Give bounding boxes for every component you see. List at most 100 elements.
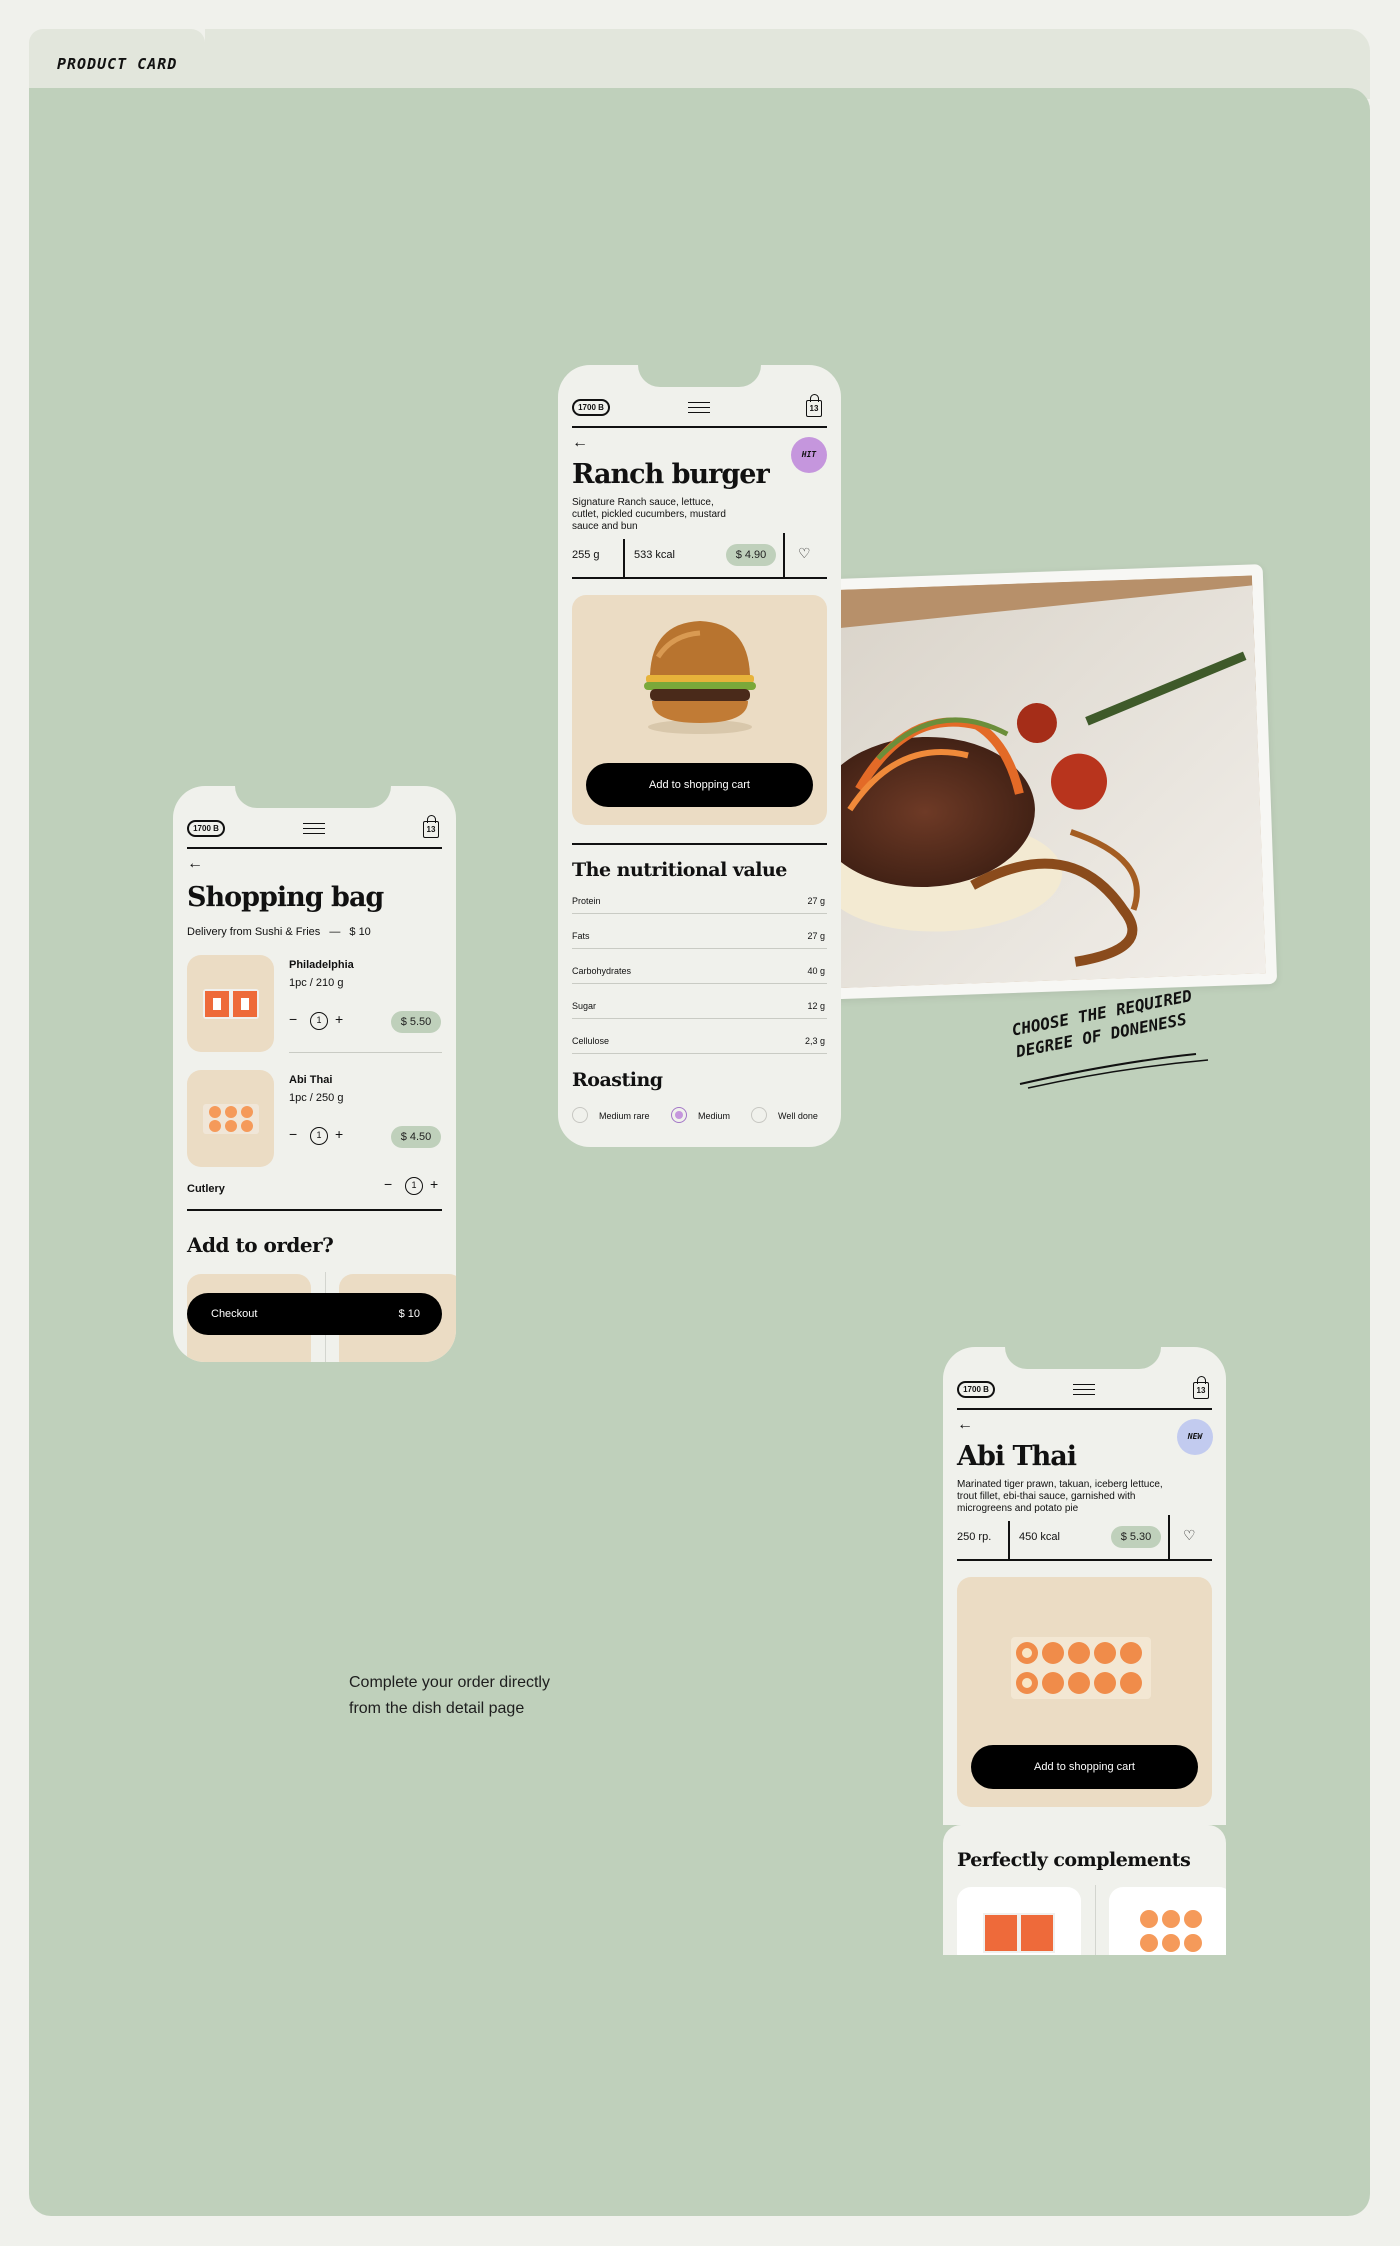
- nutrition-name: Sugar: [572, 1001, 597, 1011]
- info-bottom-divider: [957, 1559, 1212, 1561]
- phone-notch: [638, 365, 761, 387]
- menu-icon[interactable]: [688, 402, 710, 413]
- back-arrow-icon[interactable]: ←: [572, 435, 588, 451]
- add-to-cart-button[interactable]: Add to shopping cart: [586, 763, 813, 807]
- nutrition-value: 40 g: [807, 966, 825, 976]
- item-name: Philadelphia: [289, 959, 354, 971]
- add-to-order-title: Add to order?: [187, 1233, 334, 1257]
- cart-icon[interactable]: 13: [1193, 1376, 1209, 1399]
- decrease-button[interactable]: −: [289, 1126, 297, 1142]
- cutlery-divider: [187, 1209, 442, 1211]
- page-title: Shopping bag: [187, 882, 384, 913]
- nutrition-divider: [572, 843, 827, 845]
- nutrition-value: 27 g: [807, 896, 825, 906]
- product-kcal: 533 kcal: [634, 549, 675, 561]
- nutrition-value: 2,3 g: [804, 1036, 825, 1046]
- sushi-image: [1011, 1637, 1151, 1699]
- nutrition-name: Protein: [572, 896, 601, 906]
- increase-button[interactable]: +: [335, 1011, 343, 1027]
- steak-photo-card: [800, 564, 1278, 1000]
- nutrition-name: Fats: [572, 931, 590, 941]
- menu-icon[interactable]: [1073, 1384, 1095, 1395]
- product-weight: 255 g: [572, 549, 600, 561]
- radio-button[interactable]: [751, 1107, 767, 1123]
- decrease-button[interactable]: −: [289, 1011, 297, 1027]
- cutlery-label: Cutlery: [187, 1183, 225, 1195]
- complement-card[interactable]: [1109, 1887, 1226, 1955]
- delivery-info: Delivery from Sushi & Fries — $ 10: [187, 926, 371, 938]
- product-title: Ranch burger: [572, 459, 770, 490]
- caption-text: Complete your order directly from the di…: [349, 1674, 550, 1717]
- back-arrow-icon[interactable]: ←: [957, 1417, 973, 1433]
- hit-badge: HIT: [791, 437, 827, 473]
- checkout-total: $ 10: [398, 1308, 420, 1320]
- header-divider: [572, 426, 827, 428]
- cart-icon[interactable]: 13: [423, 815, 439, 838]
- product-title: Abi Thai: [957, 1441, 1077, 1472]
- new-badge: NEW: [1177, 1419, 1213, 1455]
- header-divider: [187, 847, 442, 849]
- product-price: $ 4.90: [726, 544, 776, 566]
- cutlery-decrease-button[interactable]: −: [384, 1176, 392, 1192]
- info-divider: [1008, 1521, 1010, 1559]
- abi-phone-crop: [940, 1955, 1230, 1995]
- sushi-photo-box: Add to shopping cart: [957, 1577, 1212, 1807]
- favorite-heart-icon[interactable]: ♡: [1183, 1527, 1196, 1544]
- info-bottom-divider: [572, 577, 827, 579]
- nutrition-value: 12 g: [807, 1001, 825, 1011]
- add-to-cart-button[interactable]: Add to shopping cart: [971, 1745, 1198, 1789]
- checkout-label: Checkout: [211, 1308, 258, 1320]
- sushi-image: [1140, 1910, 1202, 1952]
- cart-icon[interactable]: 13: [806, 394, 822, 417]
- item-portion: 1pc / 210 g: [289, 977, 344, 989]
- roasting-option-label: Medium rare: [599, 1111, 650, 1121]
- shopping-bag-phone: 1700 B 13 ← Shopping bag Delivery from S…: [173, 786, 456, 1362]
- item-thumbnail: [187, 1070, 274, 1167]
- product-description: Signature Ranch sauce, lettuce, cutlet, …: [572, 497, 726, 532]
- product-price: $ 5.30: [1111, 1526, 1161, 1548]
- phone-notch: [235, 786, 391, 808]
- radio-button-selected[interactable]: [671, 1107, 687, 1123]
- complement-card[interactable]: [957, 1887, 1081, 1955]
- balance-badge[interactable]: 1700 B: [572, 399, 610, 416]
- nutrition-title: The nutritional value: [572, 859, 787, 881]
- item-price: $ 5.50: [391, 1011, 441, 1033]
- increase-button[interactable]: +: [335, 1126, 343, 1142]
- menu-icon[interactable]: [303, 823, 325, 834]
- checkout-button[interactable]: Checkout $ 10: [187, 1293, 442, 1335]
- item-price: $ 4.50: [391, 1126, 441, 1148]
- item-name: Abi Thai: [289, 1074, 333, 1086]
- radio-button[interactable]: [572, 1107, 588, 1123]
- info-divider: [1168, 1515, 1170, 1559]
- sushi-image: [983, 1913, 1055, 1953]
- cutlery-quantity: 1: [405, 1177, 423, 1195]
- section-tab-label: PRODUCT CARD: [57, 55, 178, 73]
- item-portion: 1pc / 250 g: [289, 1092, 344, 1104]
- roasting-title: Roasting: [572, 1069, 663, 1091]
- product-weight: 250 rp.: [957, 1531, 992, 1543]
- roasting-option-label: Well done: [778, 1111, 818, 1121]
- nutrition-name: Cellulose: [572, 1036, 610, 1046]
- nutrition-name: Carbohydrates: [572, 966, 632, 976]
- cutlery-increase-button[interactable]: +: [430, 1176, 438, 1192]
- back-arrow-icon[interactable]: ←: [187, 856, 203, 872]
- roasting-option-label: Medium: [698, 1111, 731, 1121]
- balance-badge[interactable]: 1700 B: [957, 1381, 995, 1398]
- header-divider: [957, 1408, 1212, 1410]
- info-divider: [783, 533, 785, 577]
- burger-photo-box: Add to shopping cart: [572, 595, 827, 825]
- sushi-image: [203, 989, 259, 1019]
- product-kcal: 450 kcal: [1019, 1531, 1060, 1543]
- balance-badge[interactable]: 1700 B: [187, 820, 225, 837]
- burger-image: [644, 621, 756, 734]
- item-quantity: 1: [310, 1127, 328, 1145]
- sushi-image: [203, 1104, 259, 1134]
- favorite-heart-icon[interactable]: ♡: [798, 545, 811, 562]
- item-thumbnail: [187, 955, 274, 1052]
- note-underline: [1019, 1053, 1209, 1089]
- abi-thai-phone: 1700 B 13 ← NEW Abi Thai Marinated tiger…: [943, 1347, 1226, 1955]
- steak-photo: [812, 575, 1266, 989]
- info-divider: [623, 539, 625, 577]
- product-description: Marinated tiger prawn, takuan, iceberg l…: [957, 1479, 1163, 1514]
- ranch-burger-phone: 1700 B 13 ← HIT Ranch burger Signature R…: [558, 365, 841, 1147]
